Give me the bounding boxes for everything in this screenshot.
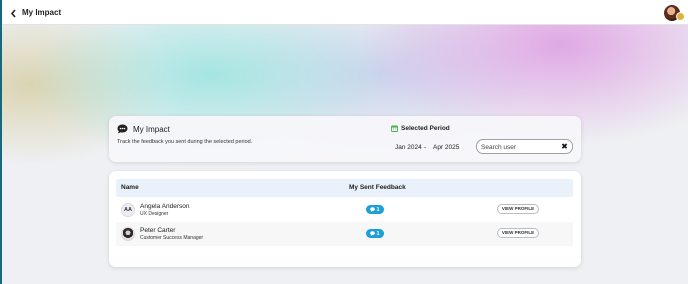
impact-title: My Impact (133, 125, 170, 134)
clear-search-button[interactable]: ✖ (560, 142, 569, 152)
user-name: Peter Carter (140, 227, 176, 234)
period-end-date[interactable]: Apr 2025 (433, 144, 459, 151)
view-profile-button[interactable]: VIEW PROFILE (497, 228, 539, 238)
chevron-left-icon (10, 8, 16, 18)
selected-period-label: Selected Period (401, 125, 450, 132)
search-box: ✖ (476, 139, 573, 154)
avatar (121, 227, 135, 241)
avatar: AA (121, 203, 135, 217)
view-profile-button[interactable]: VIEW PROFILE (497, 204, 539, 214)
page-title: My Impact (22, 8, 62, 17)
top-bar (0, 0, 688, 25)
period-start-date[interactable]: Jan 2024 (395, 144, 422, 151)
chat-bubble-icon (370, 231, 376, 236)
user-name: Angela Anderson (140, 203, 190, 210)
calendar-icon (391, 125, 398, 132)
badge-icon (676, 12, 685, 21)
chat-bubble-icon (117, 124, 128, 134)
table-row: AA Angela Anderson UX Designer 1 VIEW PR… (116, 198, 573, 222)
period-separator: - (424, 144, 427, 151)
column-header-name: Name (121, 184, 139, 191)
user-role: Customer Success Manager (140, 235, 204, 241)
feedback-count-badge[interactable]: 1 (366, 205, 384, 214)
feedback-count-badge[interactable]: 1 (366, 229, 384, 238)
chat-bubble-icon (370, 207, 376, 212)
feedback-count: 1 (376, 206, 380, 213)
feedback-count: 1 (376, 230, 380, 237)
user-role: UX Designer (140, 211, 169, 217)
search-input[interactable] (481, 142, 557, 152)
back-button[interactable] (7, 6, 19, 20)
column-header-feedback: My Sent Feedback (349, 184, 406, 191)
table-row: Peter Carter Customer Success Manager 1 … (116, 222, 573, 246)
table-header (116, 179, 573, 197)
left-edge-accent (0, 0, 2, 284)
impact-subtitle: Track the feedback you sent during the s… (117, 139, 253, 145)
